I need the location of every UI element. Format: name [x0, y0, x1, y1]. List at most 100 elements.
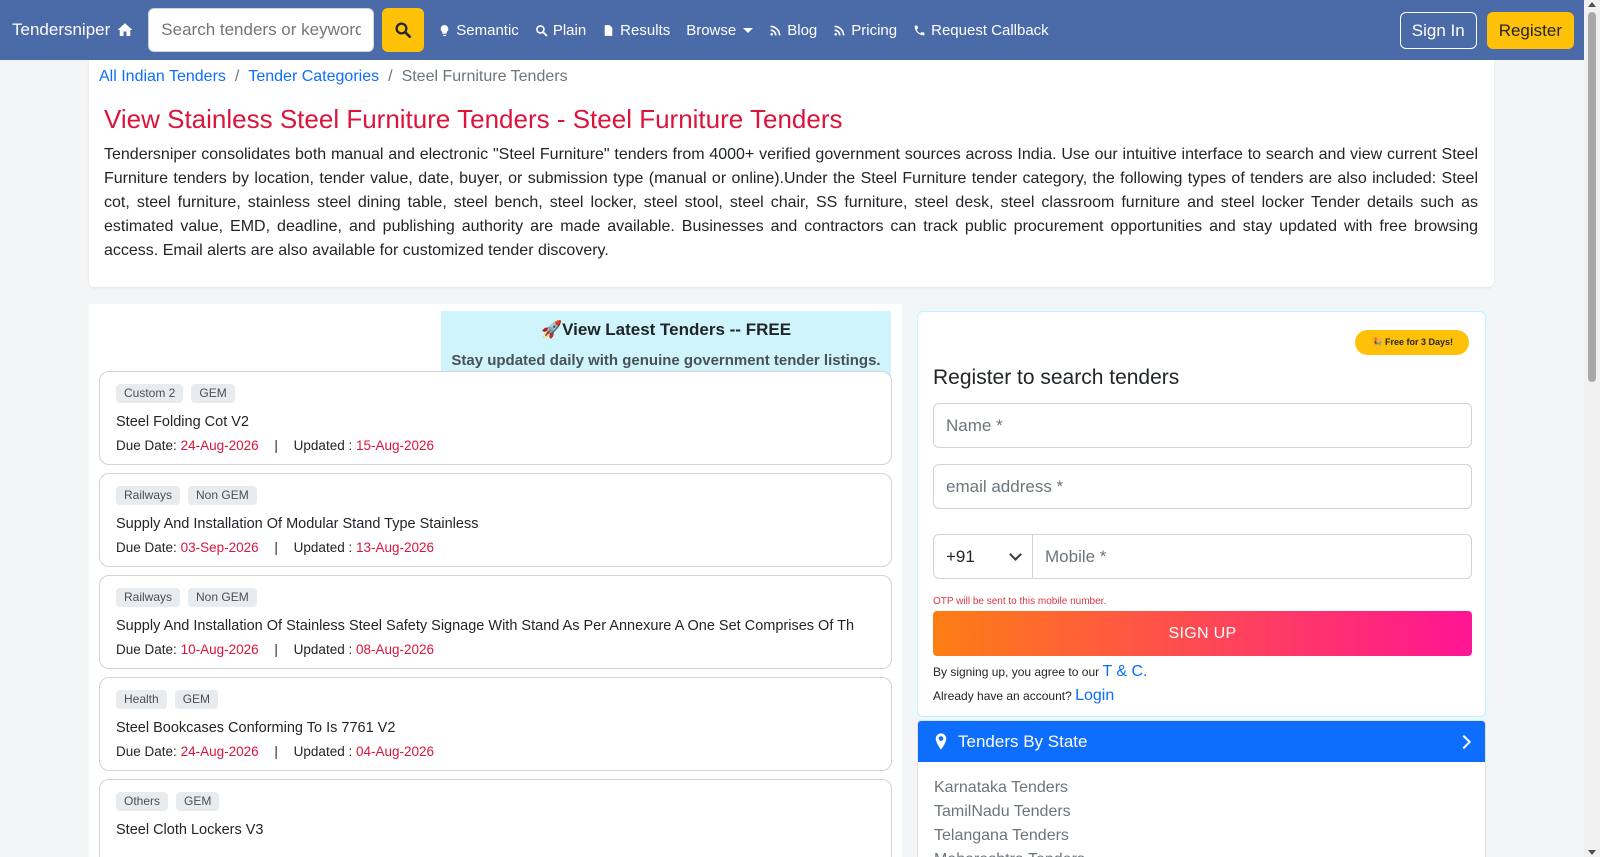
breadcrumb-all-indian-tenders[interactable]: All Indian Tenders: [99, 68, 226, 86]
brand-name: Tendersniper: [12, 20, 111, 39]
state-link-tamilnadu[interactable]: TamilNadu Tenders: [934, 800, 1469, 824]
page-scrollbar[interactable]: [1584, 0, 1600, 857]
nav-pricing-label: Pricing: [851, 21, 898, 39]
search-icon: [395, 22, 412, 39]
nav-results[interactable]: Results: [602, 22, 670, 39]
tender-meta: Due Date: 10-Aug-2026 | Updated : 08-Aug…: [116, 642, 875, 657]
map-pin-icon: [935, 733, 947, 750]
updated-date: 13-Aug-2026: [355, 540, 435, 555]
due-date-label: Due Date:: [116, 642, 177, 657]
due-date-label: Due Date:: [116, 438, 177, 453]
nav-semantic[interactable]: Semantic: [438, 22, 519, 39]
nav-results-label: Results: [620, 21, 671, 39]
tender-title[interactable]: Steel Folding Cot V2: [116, 414, 875, 430]
name-field[interactable]: Name *: [933, 403, 1472, 448]
nav-plain-label: Plain: [552, 21, 587, 39]
nav-blog[interactable]: Blog: [769, 22, 817, 39]
login-link[interactable]: Login: [1075, 687, 1114, 704]
email-field[interactable]: email address *: [933, 464, 1472, 509]
tenders-by-state-header[interactable]: Tenders By State: [918, 721, 1485, 762]
category-description: Tendersniper consolidates both manual an…: [104, 146, 1478, 259]
tender-title[interactable]: Supply And Installation Of Modular Stand…: [116, 516, 875, 532]
tender-title[interactable]: Steel Bookcases Conforming To Is 7761 V2: [116, 720, 875, 736]
tender-meta: Due Date: 24-Aug-2026 | Updated : 04-Aug…: [116, 744, 875, 759]
nav-browse-dropdown[interactable]: Browse: [686, 21, 754, 39]
feed-icon: [770, 25, 781, 36]
terms-link[interactable]: T & C.: [1102, 663, 1147, 680]
search-icon: [535, 24, 548, 36]
tender-tags: Others GEM: [116, 792, 875, 811]
phone-icon: [914, 25, 925, 35]
terms-text: By signing up, you agree to our: [933, 665, 1100, 679]
updated-label: Updated :: [293, 642, 353, 657]
brand-logo[interactable]: Tendersniper: [12, 20, 134, 40]
register-button[interactable]: Register: [1486, 12, 1574, 49]
tender-meta: Due Date: 24-Aug-2026 | Updated : 15-Aug…: [116, 438, 875, 453]
search-input[interactable]: [148, 8, 375, 52]
updated-date: 04-Aug-2026: [355, 744, 435, 759]
scroll-up-arrow-icon[interactable]: [1588, 2, 1596, 7]
due-date-label: Due Date:: [116, 744, 177, 759]
meta-divider: |: [274, 744, 278, 759]
register-title: Register to search tenders: [933, 366, 1180, 389]
meta-divider: |: [274, 540, 278, 555]
meta-divider: |: [274, 438, 278, 453]
nav-pricing[interactable]: Pricing: [833, 22, 897, 39]
updated-label: Updated :: [293, 438, 353, 453]
tender-tag: Health: [116, 690, 167, 709]
tender-card[interactable]: Railways Non GEM Supply And Installation…: [99, 473, 892, 567]
nav-plain[interactable]: Plain: [535, 22, 586, 39]
tender-tag: Others: [116, 792, 169, 811]
nav-links: Semantic Plain Results Browse Blog Prici…: [438, 22, 1064, 39]
nav-browse-label: Browse: [686, 21, 737, 39]
tender-tags: Railways Non GEM: [116, 486, 875, 505]
breadcrumb-separator: /: [388, 68, 393, 85]
tender-tag: Non GEM: [188, 588, 257, 607]
scroll-down-arrow-icon[interactable]: [1588, 850, 1596, 855]
login-text: Already have an account?: [933, 689, 1072, 703]
tender-tag: Custom 2: [116, 384, 184, 403]
country-code-select[interactable]: +91: [933, 534, 1033, 579]
scrollbar-thumb[interactable]: [1588, 12, 1596, 382]
due-date: 10-Aug-2026: [180, 642, 259, 657]
due-date: 24-Aug-2026: [180, 744, 259, 759]
lightbulb-icon: [441, 24, 449, 36]
tender-title[interactable]: Supply And Installation Of Stainless Ste…: [116, 618, 875, 634]
tender-tag: GEM: [176, 792, 220, 811]
promo-subtitle: Stay updated daily with genuine governme…: [451, 352, 881, 369]
updated-date: 08-Aug-2026: [355, 642, 435, 657]
tender-card[interactable]: Health GEM Steel Bookcases Conforming To…: [99, 677, 892, 771]
mobile-field[interactable]: Mobile *: [1033, 534, 1472, 579]
phone-row: +91 Mobile *: [933, 534, 1472, 579]
name-placeholder: Name *: [946, 415, 1003, 435]
tender-tag: Railways: [116, 588, 181, 607]
state-link-karnataka[interactable]: Karnataka Tenders: [934, 776, 1469, 800]
top-navbar: Tendersniper Semantic Plain Results Brow…: [0, 0, 1584, 60]
login-line: Already have an account? Login: [933, 687, 1114, 705]
tender-tag: GEM: [191, 384, 235, 403]
updated-date: 15-Aug-2026: [355, 438, 435, 453]
home-icon: [117, 23, 133, 36]
tender-tags: Railways Non GEM: [116, 588, 875, 607]
nav-semantic-label: Semantic: [456, 21, 519, 39]
tender-title[interactable]: Steel Cloth Lockers V3: [116, 822, 875, 838]
tender-meta: Due Date: 03-Sep-2026 | Updated : 13-Aug…: [116, 540, 875, 555]
search-button[interactable]: [382, 8, 425, 52]
file-icon: [604, 24, 613, 36]
state-link-telangana[interactable]: Telangana Tenders: [934, 824, 1469, 848]
nav-blog-label: Blog: [787, 21, 818, 39]
sign-in-button[interactable]: Sign In: [1399, 12, 1477, 49]
tender-card[interactable]: Railways Non GEM Supply And Installation…: [99, 575, 892, 669]
tender-card[interactable]: Others GEM Steel Cloth Lockers V3: [99, 779, 892, 857]
tender-tags: Health GEM: [116, 690, 875, 709]
country-code-value: +91: [946, 546, 975, 566]
breadcrumb-tender-categories[interactable]: Tender Categories: [248, 68, 379, 86]
feed-icon: [834, 25, 845, 36]
state-link-maharashtra[interactable]: Maharashtra Tenders: [934, 848, 1469, 857]
email-placeholder: email address *: [946, 476, 1064, 496]
nav-request-callback[interactable]: Request Callback: [913, 22, 1049, 39]
sign-up-button[interactable]: SIGN UP: [933, 611, 1472, 656]
otp-note: OTP will be sent to this mobile number.: [933, 596, 1107, 607]
updated-label: Updated :: [293, 744, 353, 759]
tender-card[interactable]: Custom 2 GEM Steel Folding Cot V2 Due Da…: [99, 371, 892, 465]
